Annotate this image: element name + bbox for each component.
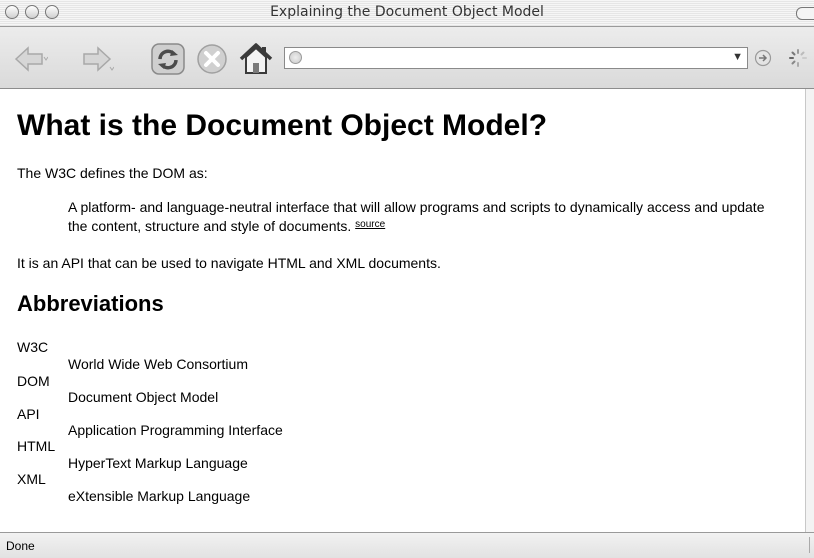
status-text: Done (6, 539, 35, 553)
content-right-edge (805, 89, 814, 532)
abbr-definition: World Wide Web Consortium (68, 356, 248, 372)
reload-icon (151, 43, 185, 75)
stop-button[interactable] (195, 43, 229, 80)
go-button[interactable] (754, 49, 772, 72)
forward-arrow-icon (83, 46, 115, 72)
quote-text: A platform- and language-neutral interfa… (68, 199, 765, 234)
resize-grip[interactable] (809, 537, 814, 553)
abbreviations-heading: Abbreviations (17, 291, 164, 316)
window-titlebar: Explaining the Document Object Model (0, 0, 814, 27)
abbr-term: W3C (17, 339, 49, 355)
dom-definition-quote: A platform- and language-neutral interfa… (68, 198, 778, 235)
go-icon (754, 49, 772, 67)
abbr-definition: Document Object Model (68, 389, 219, 405)
abbr-definition: HyperText Markup Language (68, 455, 248, 471)
abbr-term: API (17, 406, 40, 422)
address-dropdown-icon[interactable]: ▼ (732, 51, 743, 63)
intro-paragraph: The W3C defines the DOM as: (17, 165, 208, 181)
home-icon (239, 43, 273, 74)
address-bar[interactable]: ▼ (284, 47, 748, 69)
api-paragraph: It is an API that can be used to navigat… (17, 255, 441, 271)
abbr-term: XML (17, 471, 46, 487)
reload-button[interactable] (150, 42, 186, 81)
abbr-definition: Application Programming Interface (68, 422, 283, 438)
back-arrow-icon (14, 46, 49, 72)
abbr-definition: eXtensible Markup Language (68, 488, 251, 504)
forward-button[interactable] (80, 46, 115, 77)
abbr-term: DOM (17, 373, 50, 389)
globe-icon (289, 51, 302, 64)
page-title: What is the Document Object Model? (17, 109, 548, 142)
toolbar-toggle-button[interactable] (796, 7, 814, 20)
activity-indicator (788, 48, 808, 73)
browser-toolbar: ▼ (0, 27, 814, 89)
window-title: Explaining the Document Object Model (270, 4, 544, 20)
back-button[interactable] (14, 46, 49, 77)
home-button[interactable] (238, 42, 274, 81)
status-bar: Done (0, 532, 814, 558)
page-content: What is the Document Object Model? The W… (0, 89, 806, 532)
abbr-term: HTML (17, 438, 56, 454)
quote-source-link[interactable]: source (355, 219, 385, 230)
stop-icon (197, 44, 227, 74)
spinner-icon (789, 49, 807, 67)
